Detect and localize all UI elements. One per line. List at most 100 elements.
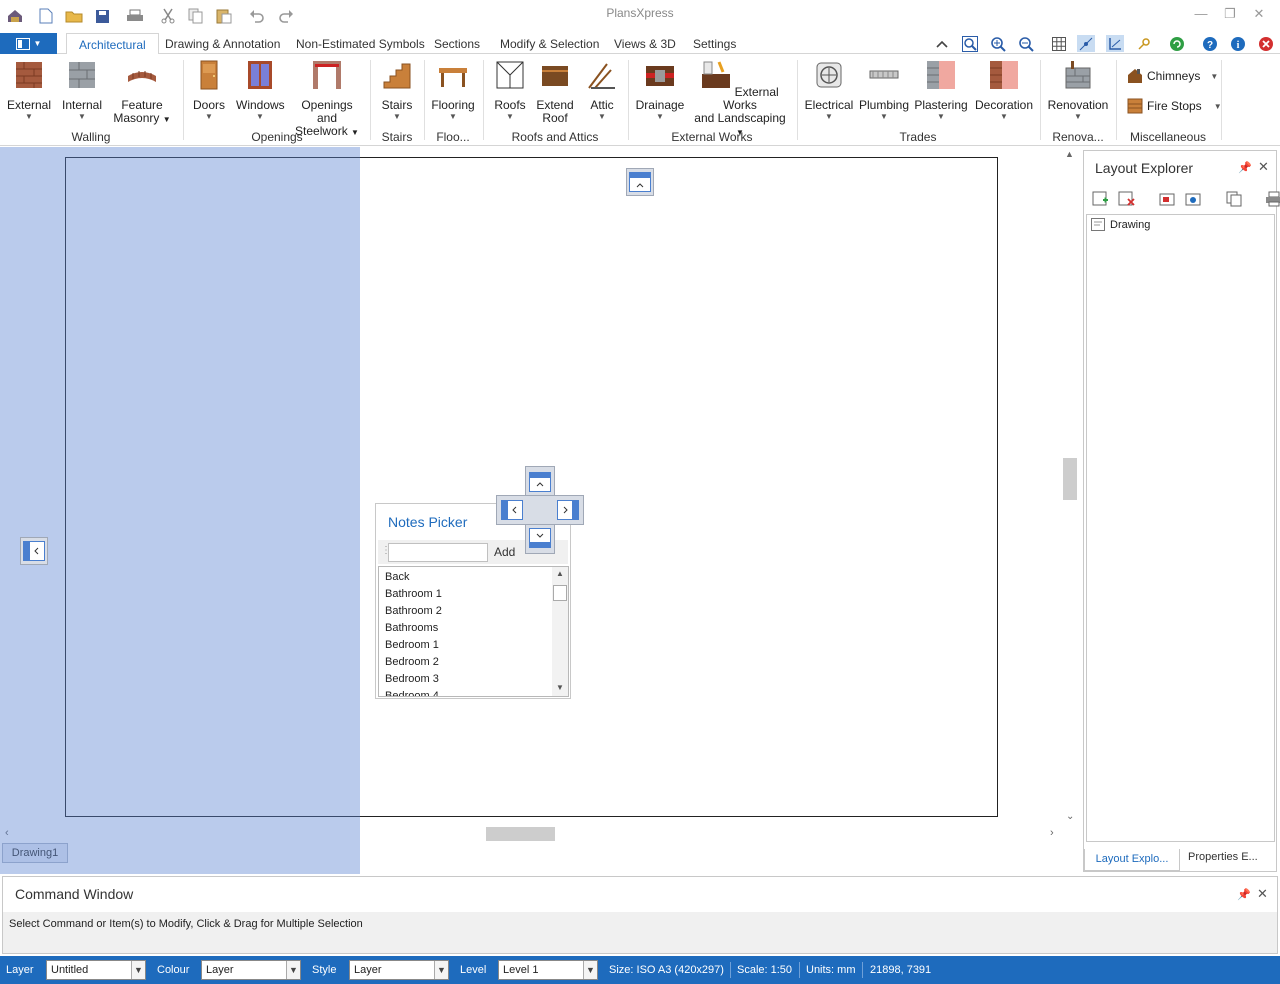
zoom-extents-icon[interactable] (961, 35, 979, 52)
dock-center-top-guide[interactable] (526, 468, 554, 496)
electrical-button[interactable]: Electrical ▼ (804, 58, 854, 121)
tab-drawing-annotation[interactable]: Drawing & Annotation (165, 37, 280, 51)
pin-icon[interactable]: 📌 (1238, 161, 1252, 174)
scroll-down-icon[interactable]: ⌄ (1066, 811, 1074, 822)
flooring-button[interactable]: Flooring ▼ (430, 58, 476, 121)
list-item[interactable]: Bedroom 3 (379, 671, 568, 688)
tab-layout-explorer[interactable]: Layout Explo... (1084, 849, 1180, 871)
plumbing-button[interactable]: Plumbing ▼ (859, 58, 909, 121)
tab-properties-explorer[interactable]: Properties E... (1188, 851, 1258, 863)
notes-search-input[interactable] (388, 543, 488, 562)
delete-layout-icon[interactable] (1118, 191, 1135, 207)
command-output[interactable]: Select Command or Item(s) to Modify, Cli… (3, 912, 1277, 953)
key-icon[interactable] (1135, 35, 1153, 52)
horizontal-scroll-thumb[interactable] (486, 827, 555, 841)
scroll-up-icon[interactable]: ▲ (1065, 149, 1074, 159)
help-icon[interactable]: ? (1201, 35, 1219, 52)
chevron-down-icon[interactable]: ▼ (131, 961, 145, 979)
duplicate-layout-icon[interactable] (1226, 191, 1243, 207)
dock-center-bottom-guide[interactable] (526, 524, 554, 552)
doors-button[interactable]: Doors ▼ (188, 58, 230, 121)
dock-preview-overlay (0, 147, 360, 874)
attic-button[interactable]: Attic ▼ (582, 58, 622, 121)
info-icon[interactable]: i (1229, 35, 1247, 52)
scroll-down-icon[interactable]: ▼ (556, 683, 564, 692)
snap-icon[interactable] (1077, 35, 1095, 52)
notes-scroll-thumb[interactable] (553, 585, 567, 601)
tab-sections[interactable]: Sections (434, 37, 480, 51)
ortho-icon[interactable] (1106, 35, 1124, 52)
refresh-viewport-icon[interactable] (1185, 191, 1202, 207)
list-item[interactable]: Bathrooms (379, 620, 568, 637)
collapse-ribbon-icon[interactable] (933, 35, 951, 52)
tree-item-drawing[interactable]: Drawing (1091, 218, 1150, 231)
colour-select[interactable]: Layer ▼ (201, 960, 301, 980)
status-bar: Layer Untitled ▼ Colour Layer ▼ Style Laye… (0, 956, 1280, 984)
exit-icon[interactable] (1257, 35, 1275, 52)
vertical-scroll-thumb[interactable] (1063, 458, 1077, 500)
list-item[interactable]: Bathroom 2 (379, 603, 568, 620)
menu-icon (15, 37, 30, 50)
tab-non-estimated-symbols[interactable]: Non-Estimated Symbols (296, 37, 425, 51)
list-item[interactable]: Back (379, 569, 568, 586)
grid-icon[interactable] (1050, 35, 1068, 52)
tab-settings[interactable]: Settings (693, 37, 736, 51)
chevron-down-icon[interactable]: ▼ (583, 961, 597, 979)
dock-center-right-guide[interactable] (554, 496, 582, 524)
extend-roof-button[interactable]: Extend Roof (534, 58, 576, 125)
add-layout-icon[interactable] (1092, 191, 1109, 207)
drainage-button[interactable]: Drainage ▼ (634, 58, 686, 121)
chevron-down-icon[interactable]: ▼ (286, 961, 300, 979)
fire-stops-button[interactable]: Fire Stops ▼ (1127, 98, 1222, 114)
decoration-button[interactable]: Decoration ▼ (974, 58, 1034, 121)
windows-button[interactable]: Windows ▼ (236, 58, 285, 121)
notes-list[interactable]: Back Bathroom 1 Bathroom 2 Bathrooms Bed… (378, 566, 569, 697)
drainage-icon (646, 66, 674, 86)
units-readout: Units: mm (806, 964, 856, 976)
vertical-scrollbar[interactable]: ▲ ⌄ (1062, 147, 1078, 827)
add-viewport-icon[interactable] (1159, 191, 1176, 207)
list-item[interactable]: Bedroom 4 (379, 688, 568, 696)
list-item[interactable]: Bedroom 2 (379, 654, 568, 671)
svg-text:i: i (1237, 40, 1240, 51)
layout-tree[interactable]: Drawing (1086, 214, 1275, 842)
renovation-button[interactable]: Renovation ▼ (1046, 58, 1110, 121)
chimneys-button[interactable]: Chimneys ▼ (1127, 68, 1218, 84)
minimize-button[interactable]: — (1189, 6, 1213, 26)
stairs-button[interactable]: Stairs ▼ (376, 58, 418, 121)
scroll-right-icon[interactable]: › (1050, 827, 1054, 839)
style-select[interactable]: Layer ▼ (349, 960, 449, 980)
zoom-out-icon[interactable] (1017, 35, 1035, 52)
zoom-in-icon[interactable] (989, 35, 1007, 52)
internal-wall-button[interactable]: Internal ▼ (58, 58, 106, 121)
dock-center-left-guide[interactable] (498, 496, 526, 524)
feature-masonry-button[interactable]: Feature Masonry ▼ (110, 58, 174, 126)
refresh-icon[interactable] (1168, 35, 1186, 52)
pin-icon[interactable]: 📌 (1237, 888, 1251, 901)
close-window-button[interactable]: ✕ (1247, 6, 1271, 26)
restore-button[interactable]: ❐ (1218, 6, 1242, 26)
group-label-miscellaneous: Miscellaneous (1129, 130, 1207, 144)
external-wall-button[interactable]: External ▼ (5, 58, 53, 121)
list-item[interactable]: Bathroom 1 (379, 586, 568, 603)
notes-list-scrollbar[interactable]: ▲ ▼ (552, 567, 568, 696)
external-works-button[interactable]: External Works and Landscaping ▼ (692, 58, 788, 139)
chevron-down-icon[interactable]: ▼ (434, 961, 448, 979)
file-menu-button[interactable]: ▼ (0, 33, 57, 54)
level-select[interactable]: Level 1 ▼ (498, 960, 598, 980)
layer-select[interactable]: Untitled ▼ (46, 960, 146, 980)
scroll-up-icon[interactable]: ▲ (556, 569, 564, 578)
print-layout-icon[interactable] (1265, 191, 1280, 207)
roofs-button[interactable]: Roofs ▼ (490, 58, 530, 121)
tab-views-3d[interactable]: Views & 3D (614, 37, 676, 51)
dock-top-guide[interactable] (626, 168, 654, 196)
close-panel-icon[interactable]: ✕ (1258, 159, 1269, 175)
layout-explorer-title: Layout Explorer (1095, 160, 1194, 176)
close-panel-icon[interactable]: ✕ (1257, 886, 1268, 902)
tab-modify-selection[interactable]: Modify & Selection (500, 37, 599, 51)
openings-steelwork-button[interactable]: Openings and Steelwork ▼ (290, 58, 364, 139)
dock-left-guide[interactable] (20, 537, 48, 565)
tab-architectural[interactable]: Architectural (66, 33, 159, 55)
list-item[interactable]: Bedroom 1 (379, 637, 568, 654)
plastering-button[interactable]: Plastering ▼ (913, 58, 969, 121)
